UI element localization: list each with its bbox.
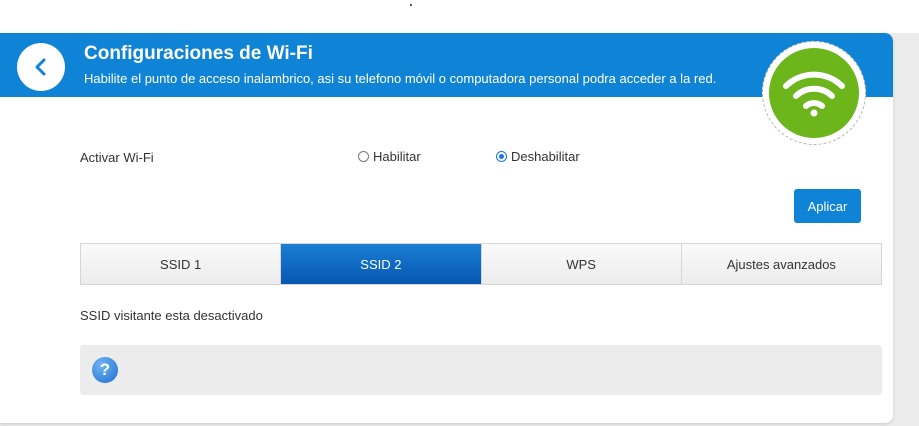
- back-button[interactable]: [17, 43, 65, 91]
- radio-habilitar[interactable]: Habilitar: [358, 149, 421, 164]
- tab-ssid-2[interactable]: SSID 2: [281, 244, 482, 284]
- radio-deshabilitar[interactable]: Deshabilitar: [496, 149, 580, 164]
- chevron-left-icon: [35, 58, 46, 76]
- radio-deshabilitar-label: Deshabilitar: [511, 149, 580, 164]
- radio-deshabilitar-circle[interactable]: [496, 151, 507, 162]
- radio-habilitar-label: Habilitar: [373, 149, 421, 164]
- apply-button[interactable]: Aplicar: [794, 189, 861, 223]
- ssid-status-text: SSID visitante esta desactivado: [80, 308, 263, 323]
- page-title: Configuraciones de Wi-Fi: [84, 43, 313, 64]
- ssid-tabs: SSID 1 SSID 2 WPS Ajustes avanzados: [80, 243, 882, 285]
- tab-ssid-1[interactable]: SSID 1: [81, 244, 282, 284]
- top-strip: [0, 0, 919, 33]
- help-box: ?: [80, 345, 882, 395]
- help-icon[interactable]: ?: [92, 357, 118, 383]
- wifi-badge: [762, 41, 866, 145]
- wifi-icon: [783, 71, 845, 117]
- wifi-toggle-label: Activar Wi-Fi: [80, 150, 154, 165]
- panel-header: Configuraciones de Wi-Fi Habilite el pun…: [0, 33, 893, 97]
- tab-wps[interactable]: WPS: [481, 244, 682, 284]
- radio-habilitar-circle[interactable]: [358, 151, 369, 162]
- page-description: Habilite el punto de acceso inalambrico,…: [84, 71, 717, 86]
- wifi-badge-circle: [769, 48, 859, 138]
- divider-dot: [410, 4, 412, 6]
- tab-advanced-settings[interactable]: Ajustes avanzados: [681, 244, 881, 284]
- wifi-settings-panel: Configuraciones de Wi-Fi Habilite el pun…: [0, 33, 893, 423]
